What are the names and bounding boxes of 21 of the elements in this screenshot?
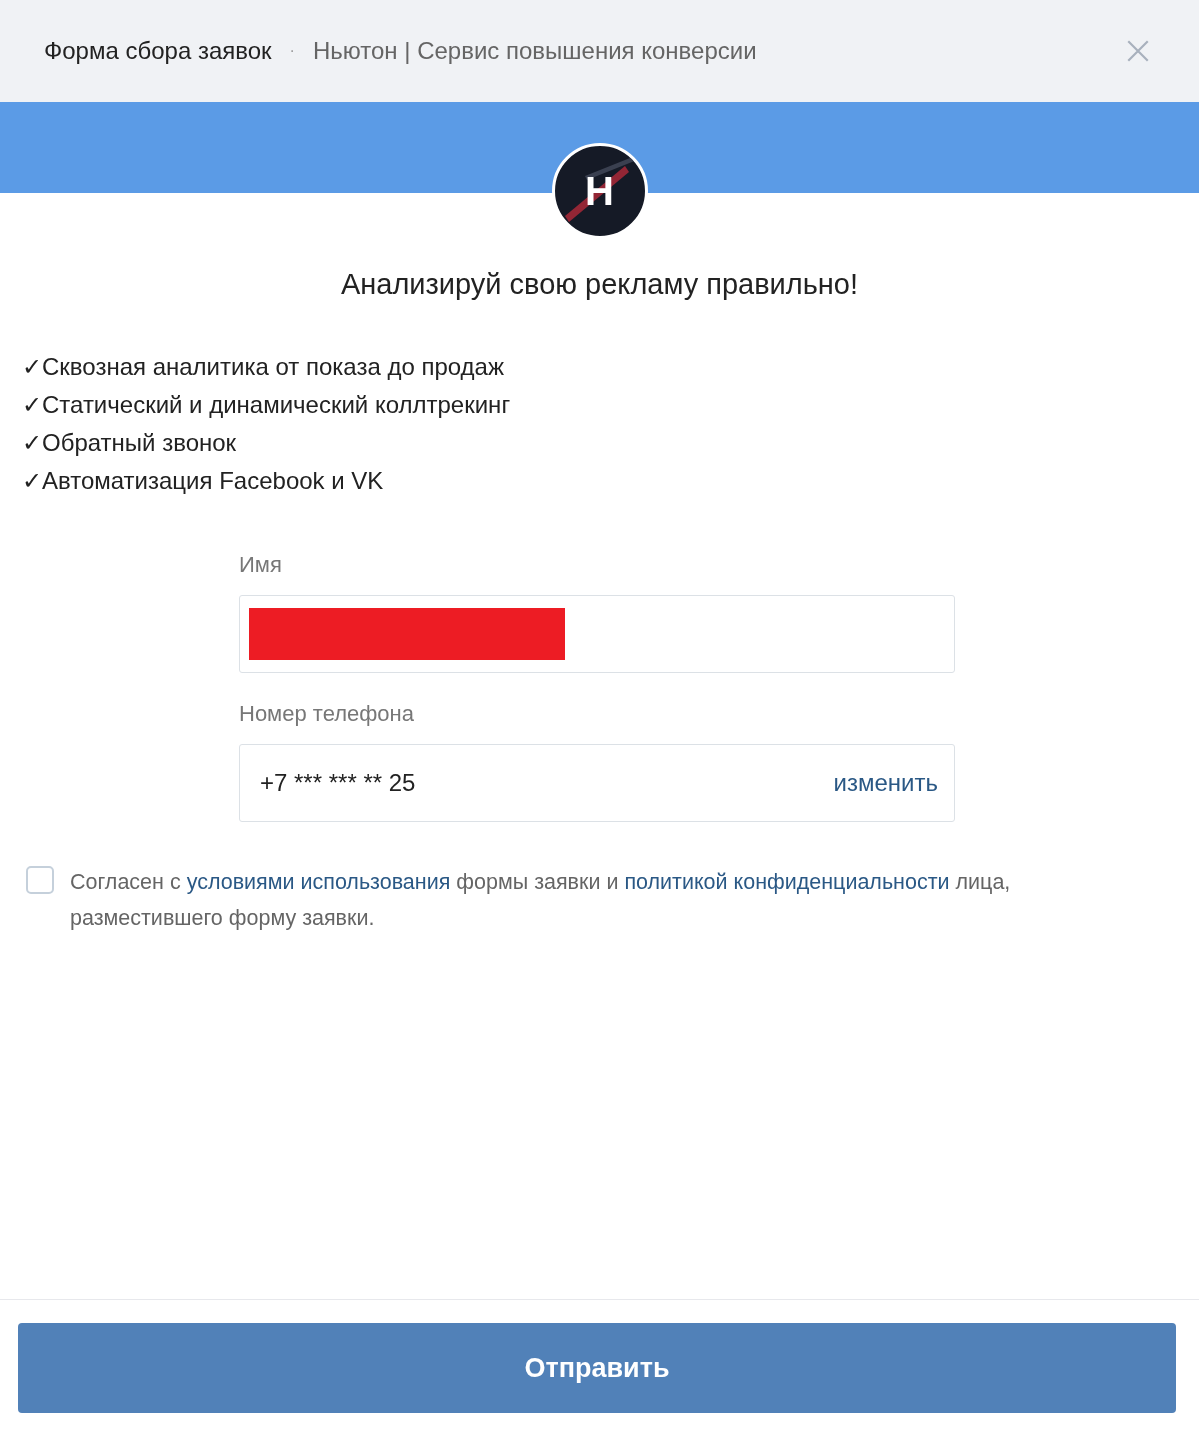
feature-line: ✓Сквозная аналитика от показа до продаж (22, 351, 504, 382)
form-title: Форма сбора заявок (44, 36, 272, 66)
field-label: Имя (239, 550, 282, 579)
feature-line: ✓Автоматизация Facebook и VK (22, 465, 384, 496)
change-link[interactable]: изменить (833, 764, 938, 801)
form-heading: Анализируй свою рекламу правильно! (340, 267, 859, 302)
consent-link[interactable]: условиями использования (186, 869, 451, 894)
consent-link[interactable]: политикой конфиденциальности (624, 869, 950, 894)
form-subtitle: Ньютон | Сервис повышения конверсии (312, 36, 757, 66)
separator-dot: · (289, 41, 295, 61)
feature-line: ✓Обратный звонок (22, 427, 237, 458)
input-field[interactable] (239, 594, 955, 673)
submit-button[interactable]: Отправить (18, 1323, 1176, 1413)
feature-line: ✓Статический и динамический коллтрекинг (22, 389, 511, 420)
phone-value: +7 *** *** ** 25 (260, 767, 416, 798)
logo-letter: Н (585, 171, 614, 211)
consent-text: Согласен с условиями использования формы заявки и политикой конфиденциальности лица, разместившего форму заявки. (70, 868, 1012, 932)
field-label: Номер телефона (239, 699, 414, 728)
consent-checkbox[interactable] (26, 865, 54, 894)
input-field[interactable]: +7 *** *** ** 25 изменить (239, 743, 955, 822)
close-icon[interactable] (1125, 38, 1151, 64)
